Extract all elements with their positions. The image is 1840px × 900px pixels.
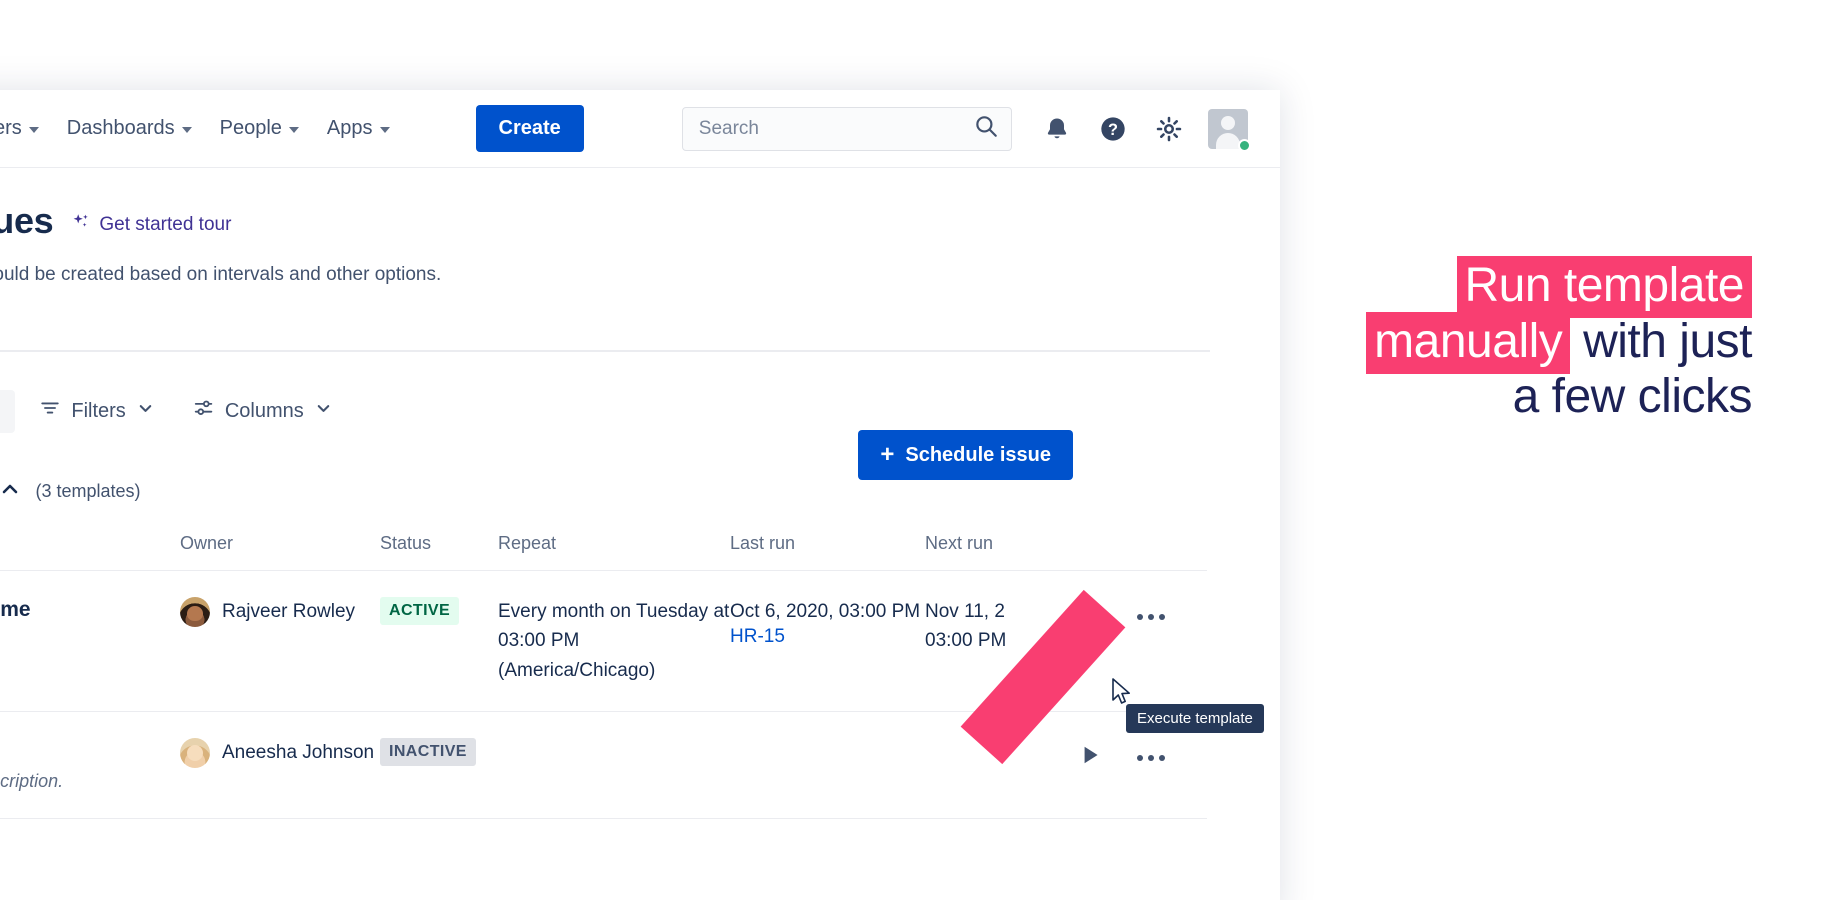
- execute-template-tooltip: Execute template: [1126, 704, 1264, 733]
- search-input[interactable]: [697, 117, 973, 141]
- schedule-issue-button[interactable]: + Schedule issue: [858, 430, 1073, 480]
- tab-bar: Public: [0, 286, 1280, 352]
- callout-line-1: Run template: [1192, 258, 1752, 314]
- columns-button[interactable]: Columns: [179, 388, 347, 434]
- filters-button[interactable]: Filters: [25, 388, 168, 434]
- nav-item-label: ers: [0, 117, 22, 140]
- filter-toolbar: : Project Filters: [0, 352, 1280, 434]
- repeat-line-1: Every month on Tuesday at: [498, 601, 729, 622]
- chevron-down-icon: [289, 127, 299, 133]
- project-filter-chip[interactable]: : Project: [0, 390, 15, 433]
- status-badge: INACTIVE: [380, 738, 476, 766]
- get-started-tour-label: Get started tour: [99, 214, 231, 236]
- schedule-issue-label: Schedule issue: [905, 444, 1051, 467]
- svg-text:?: ?: [1108, 120, 1118, 138]
- chevron-up-icon[interactable]: [0, 477, 22, 506]
- callout-line-1-highlight: Run template: [1457, 256, 1753, 318]
- settings-gear-icon[interactable]: [1152, 112, 1186, 146]
- cell-template-details: y hire welcome one: [0, 571, 180, 712]
- notifications-bell-icon[interactable]: [1040, 112, 1074, 146]
- column-header-last-run[interactable]: Last run: [730, 533, 925, 571]
- callout-line-2: manually with just: [1192, 314, 1752, 370]
- create-button[interactable]: Create: [476, 105, 584, 152]
- title-row: ed issues Get started tour: [0, 168, 1280, 242]
- callout-annotation: Run template manually with just a few cl…: [1192, 258, 1752, 425]
- search-icon[interactable]: [973, 113, 999, 144]
- cell-owner: Aneesha Johnson: [180, 712, 380, 819]
- nav-item-label: Apps: [327, 117, 373, 140]
- owner-avatar: [180, 738, 210, 768]
- nav-item-people[interactable]: People: [206, 111, 313, 146]
- filter-icon: [39, 397, 61, 425]
- column-header-next-run[interactable]: Next run: [925, 533, 1077, 571]
- nav-item-label: People: [220, 117, 282, 140]
- table-header-row: plate details Owner Status Repeat Last r…: [0, 533, 1207, 571]
- cell-owner: Rajveer Rowley: [180, 571, 380, 712]
- sliders-icon: [193, 397, 215, 425]
- template-description: Edit to add description.: [0, 771, 180, 792]
- more-actions-button[interactable]: [1137, 614, 1165, 620]
- get-started-tour-link[interactable]: Get started tour: [71, 212, 231, 242]
- owner-name: Aneesha Johnson: [222, 742, 374, 764]
- cell-last-run: [730, 712, 925, 819]
- owner-avatar: [180, 597, 210, 627]
- table-header: plate details Owner Status Repeat Last r…: [0, 533, 1207, 571]
- column-header-repeat[interactable]: Repeat: [498, 533, 730, 571]
- nav-right-icons: ?: [1040, 109, 1248, 149]
- cell-last-run: Oct 6, 2020, 03:00 PM HR-15: [730, 571, 925, 712]
- jira-app-window: ers Dashboards People Apps Create: [0, 90, 1280, 900]
- tab-bar-divider: [0, 350, 1210, 352]
- cell-template-details: n tutorial Edit to add description.: [0, 712, 180, 819]
- page-subtitle: ur issues should be created based on int…: [0, 242, 1280, 286]
- execute-template-button[interactable]: [1077, 742, 1103, 774]
- column-header-template-details[interactable]: plate details: [0, 533, 180, 571]
- filters-label: Filters: [71, 400, 125, 423]
- group-template-count: (3 templates): [36, 481, 141, 502]
- column-header-owner[interactable]: Owner: [180, 533, 380, 571]
- nav-items-group: ers Dashboards People Apps: [0, 111, 404, 146]
- screenshot-root: ers Dashboards People Apps Create: [0, 0, 1840, 900]
- next-run-line-2: 03:00 PM: [925, 630, 1006, 651]
- callout-line-2-highlight: manually: [1366, 312, 1570, 374]
- chevron-down-icon: [380, 127, 390, 133]
- template-name[interactable]: n tutorial: [0, 738, 180, 765]
- chevron-down-icon: [29, 127, 39, 133]
- status-badge: ACTIVE: [380, 597, 459, 625]
- page-title: ed issues: [0, 200, 53, 242]
- chevron-down-icon: [136, 399, 155, 424]
- nav-item-dashboards[interactable]: Dashboards: [53, 111, 206, 146]
- plus-icon: +: [880, 443, 894, 467]
- page-content: ed issues Get started tour ur issues sho…: [0, 168, 1280, 900]
- owner-name: Rajveer Rowley: [222, 601, 355, 623]
- template-group-header[interactable]: ms (HR) (3 templates): [0, 434, 1280, 507]
- column-header-actions: [1077, 533, 1207, 571]
- search-box[interactable]: [682, 107, 1012, 151]
- nav-item-filters[interactable]: ers: [0, 111, 53, 146]
- nav-item-apps[interactable]: Apps: [313, 111, 404, 146]
- sparkle-icon: [71, 212, 91, 238]
- cell-repeat: Every month on Tuesday at 03:00 PM (Amer…: [498, 571, 730, 712]
- cell-status: INACTIVE: [380, 712, 498, 819]
- user-avatar[interactable]: [1208, 109, 1248, 149]
- callout-line-2-rest: with just: [1570, 315, 1752, 368]
- repeat-line-3: (America/Chicago): [498, 660, 655, 681]
- help-icon[interactable]: ?: [1096, 112, 1130, 146]
- chevron-down-icon: [182, 127, 192, 133]
- last-run-issue-link[interactable]: HR-15: [730, 626, 925, 648]
- top-navigation-bar: ers Dashboards People Apps Create: [0, 90, 1280, 168]
- next-run-line-1: Nov 11, 2: [925, 601, 1005, 622]
- last-run-timestamp: Oct 6, 2020, 03:00 PM: [730, 597, 925, 626]
- template-name[interactable]: y hire welcome: [0, 597, 180, 624]
- callout-line-3: a few clicks: [1192, 369, 1752, 425]
- columns-label: Columns: [225, 400, 304, 423]
- nav-item-label: Dashboards: [67, 117, 175, 140]
- template-description: one: [0, 630, 180, 651]
- column-header-status[interactable]: Status: [380, 533, 498, 571]
- chevron-down-icon: [314, 399, 333, 424]
- cell-status: ACTIVE: [380, 571, 498, 712]
- more-actions-button[interactable]: [1137, 755, 1165, 761]
- cell-repeat: [498, 712, 730, 819]
- presence-online-indicator: [1238, 139, 1251, 152]
- repeat-line-2: 03:00 PM: [498, 630, 579, 651]
